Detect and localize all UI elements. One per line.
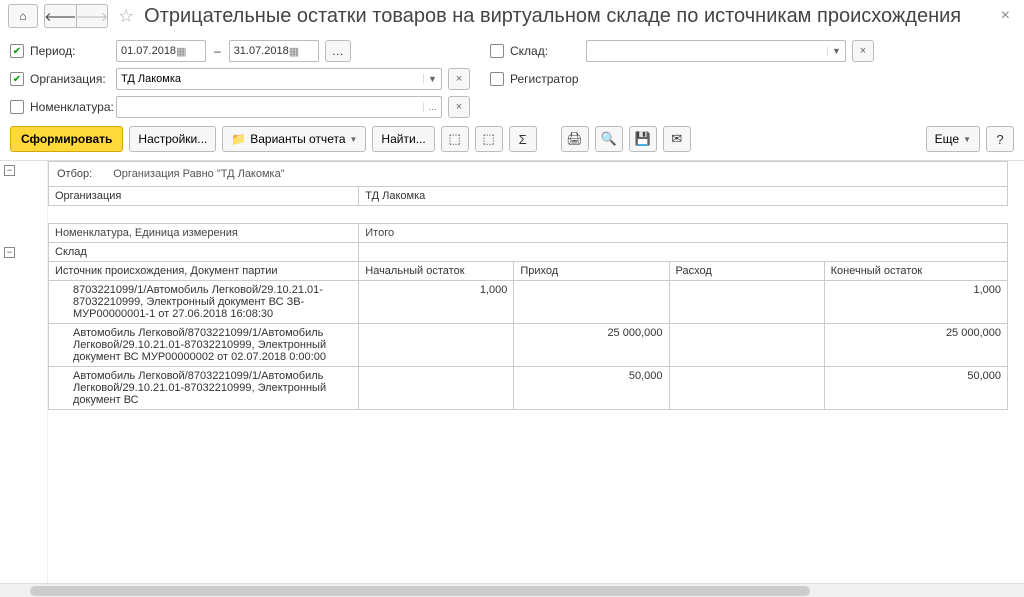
sklad-input[interactable] — [587, 45, 827, 57]
chevron-down-icon[interactable]: ▼ — [423, 74, 441, 84]
sklad-clear-button[interactable]: × — [852, 40, 874, 62]
sklad-header: Склад — [49, 243, 359, 262]
nomen-checkbox[interactable] — [10, 100, 24, 114]
col-rashod: Расход — [669, 262, 824, 281]
help-button[interactable]: ? — [986, 126, 1014, 152]
expand-all-icon[interactable]: ⬚ — [441, 126, 469, 152]
registrator-checkbox[interactable] — [490, 72, 504, 86]
period-ellipsis-button[interactable]: … — [325, 40, 351, 62]
period-checkbox[interactable] — [10, 44, 24, 58]
org-clear-button[interactable]: × — [448, 68, 470, 90]
org-header-cell: Организация — [49, 187, 359, 206]
forward-button[interactable]: 🡒 — [76, 4, 108, 28]
nomen-label: Номенклатура: — [30, 100, 110, 114]
itogo-header: Итого — [359, 224, 1008, 243]
settings-button[interactable]: Настройки... — [129, 126, 216, 152]
org-input[interactable] — [117, 73, 423, 85]
collapse-all-icon[interactable]: ⬚ — [475, 126, 503, 152]
favorite-star-icon[interactable]: ☆ — [118, 6, 134, 27]
filter-summary: Отбор: Организация Равно "ТД Лакомка" — [49, 162, 1008, 187]
chevron-down-icon: ▼ — [350, 135, 358, 144]
home-button[interactable]: ⌂ — [8, 4, 38, 28]
col-kon: Конечный остаток — [824, 262, 1007, 281]
folder-icon: 📁 — [231, 132, 246, 146]
find-button[interactable]: Найти... — [372, 126, 434, 152]
chevron-down-icon: ▼ — [963, 135, 971, 144]
org-combo[interactable]: ▼ — [116, 68, 442, 90]
col-nach: Начальный остаток — [359, 262, 514, 281]
collapse-toggle[interactable]: − — [4, 247, 15, 258]
ellipsis-icon[interactable]: … — [423, 102, 441, 112]
col-prihod: Приход — [514, 262, 669, 281]
more-button[interactable]: Еще ▼ — [926, 126, 980, 152]
sum-icon[interactable]: Σ — [509, 126, 537, 152]
registrator-label: Регистратор — [510, 72, 579, 86]
table-row: Автомобиль Легковой/8703221099/1/Автомоб… — [49, 367, 1008, 410]
save-icon[interactable]: 💾 — [629, 126, 657, 152]
page-title: Отрицательные остатки товаров на виртуал… — [144, 5, 989, 28]
calendar-icon[interactable]: ▦ — [289, 45, 314, 58]
sklad-label: Склад: — [510, 44, 580, 58]
collapse-toggle[interactable]: − — [4, 165, 15, 176]
back-button[interactable]: 🡐 — [44, 4, 76, 28]
sklad-combo[interactable]: ▼ — [586, 40, 846, 62]
org-label: Организация: — [30, 72, 110, 86]
org-checkbox[interactable] — [10, 72, 24, 86]
sklad-checkbox[interactable] — [490, 44, 504, 58]
nomen-header: Номенклатура, Единица измерения — [49, 224, 359, 243]
table-row: 8703221099/1/Автомобиль Легковой/29.10.2… — [49, 281, 1008, 324]
horizontal-scrollbar[interactable] — [0, 583, 1024, 597]
preview-icon[interactable]: 🔍 — [595, 126, 623, 152]
date-from-field[interactable]: 01.07.2018 ▦ — [116, 40, 206, 62]
source-header: Источник происхождения, Документ партии — [49, 262, 359, 281]
org-value-cell: ТД Лакомка — [359, 187, 1008, 206]
nomen-input[interactable] — [117, 101, 423, 113]
print-icon[interactable]: 🖨 — [561, 126, 589, 152]
nomen-combo[interactable]: … — [116, 96, 442, 118]
period-label: Период: — [30, 44, 110, 58]
chevron-down-icon[interactable]: ▼ — [827, 46, 845, 56]
close-button[interactable]: × — [995, 7, 1016, 25]
nomen-clear-button[interactable]: × — [448, 96, 470, 118]
form-button[interactable]: Сформировать — [10, 126, 123, 152]
date-to-field[interactable]: 31.07.2018 ▦ — [229, 40, 319, 62]
mail-icon[interactable]: ✉ — [663, 126, 691, 152]
calendar-icon[interactable]: ▦ — [176, 45, 201, 58]
table-row: Автомобиль Легковой/8703221099/1/Автомоб… — [49, 324, 1008, 367]
report-variants-button[interactable]: 📁 Варианты отчета ▼ — [222, 126, 366, 152]
